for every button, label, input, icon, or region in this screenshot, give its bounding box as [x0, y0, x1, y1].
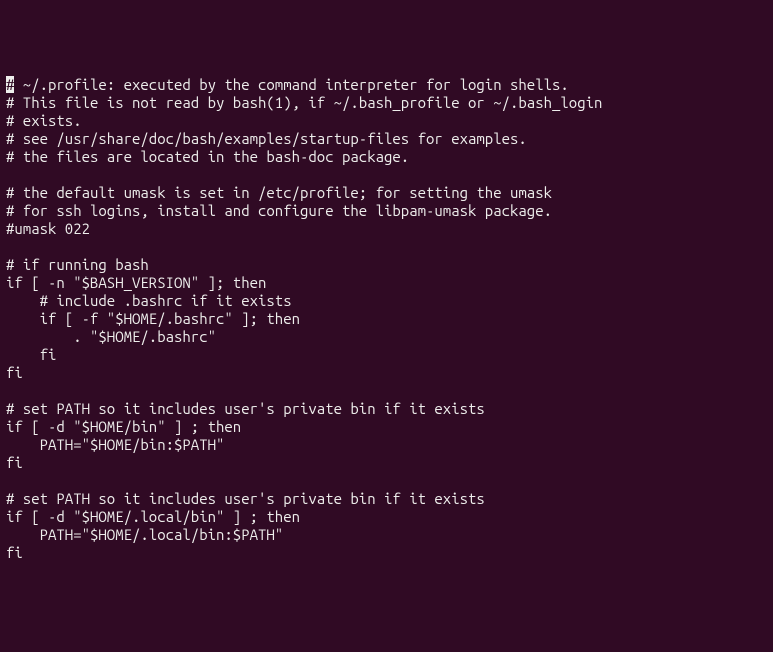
terminal-output[interactable]: # ~/.profile: executed by the command in… [6, 76, 767, 562]
terminal-line-24: if [ -d "$HOME/.local/bin" ] ; then [6, 508, 300, 525]
terminal-line-8: #umask 022 [6, 220, 90, 237]
terminal-line-18: # set PATH so it includes user's private… [6, 400, 485, 417]
terminal-line-10: # if running bash [6, 256, 149, 273]
terminal-line-11: if [ -n "$BASH_VERSION" ]; then [6, 274, 266, 291]
terminal-line-14: . "$HOME/.bashrc" [6, 328, 216, 345]
terminal-line-19: if [ -d "$HOME/bin" ] ; then [6, 418, 241, 435]
terminal-line-1: # This file is not read by bash(1), if ~… [6, 94, 602, 111]
terminal-line-3: # see /usr/share/doc/bash/examples/start… [6, 130, 527, 147]
terminal-line-4: # the files are located in the bash-doc … [6, 148, 409, 165]
terminal-line-2: # exists. [6, 112, 82, 129]
terminal-line-12: # include .bashrc if it exists [6, 292, 292, 309]
terminal-line-23: # set PATH so it includes user's private… [6, 490, 485, 507]
terminal-line-0: ~/.profile: executed by the command inte… [14, 76, 568, 93]
terminal-line-15: fi [6, 346, 56, 363]
terminal-line-25: PATH="$HOME/.local/bin:$PATH" [6, 526, 283, 543]
terminal-line-16: fi [6, 364, 23, 381]
terminal-line-7: # for ssh logins, install and configure … [6, 202, 552, 219]
terminal-line-6: # the default umask is set in /etc/profi… [6, 184, 552, 201]
terminal-line-21: fi [6, 454, 23, 471]
terminal-line-13: if [ -f "$HOME/.bashrc" ]; then [6, 310, 300, 327]
terminal-line-20: PATH="$HOME/bin:$PATH" [6, 436, 224, 453]
